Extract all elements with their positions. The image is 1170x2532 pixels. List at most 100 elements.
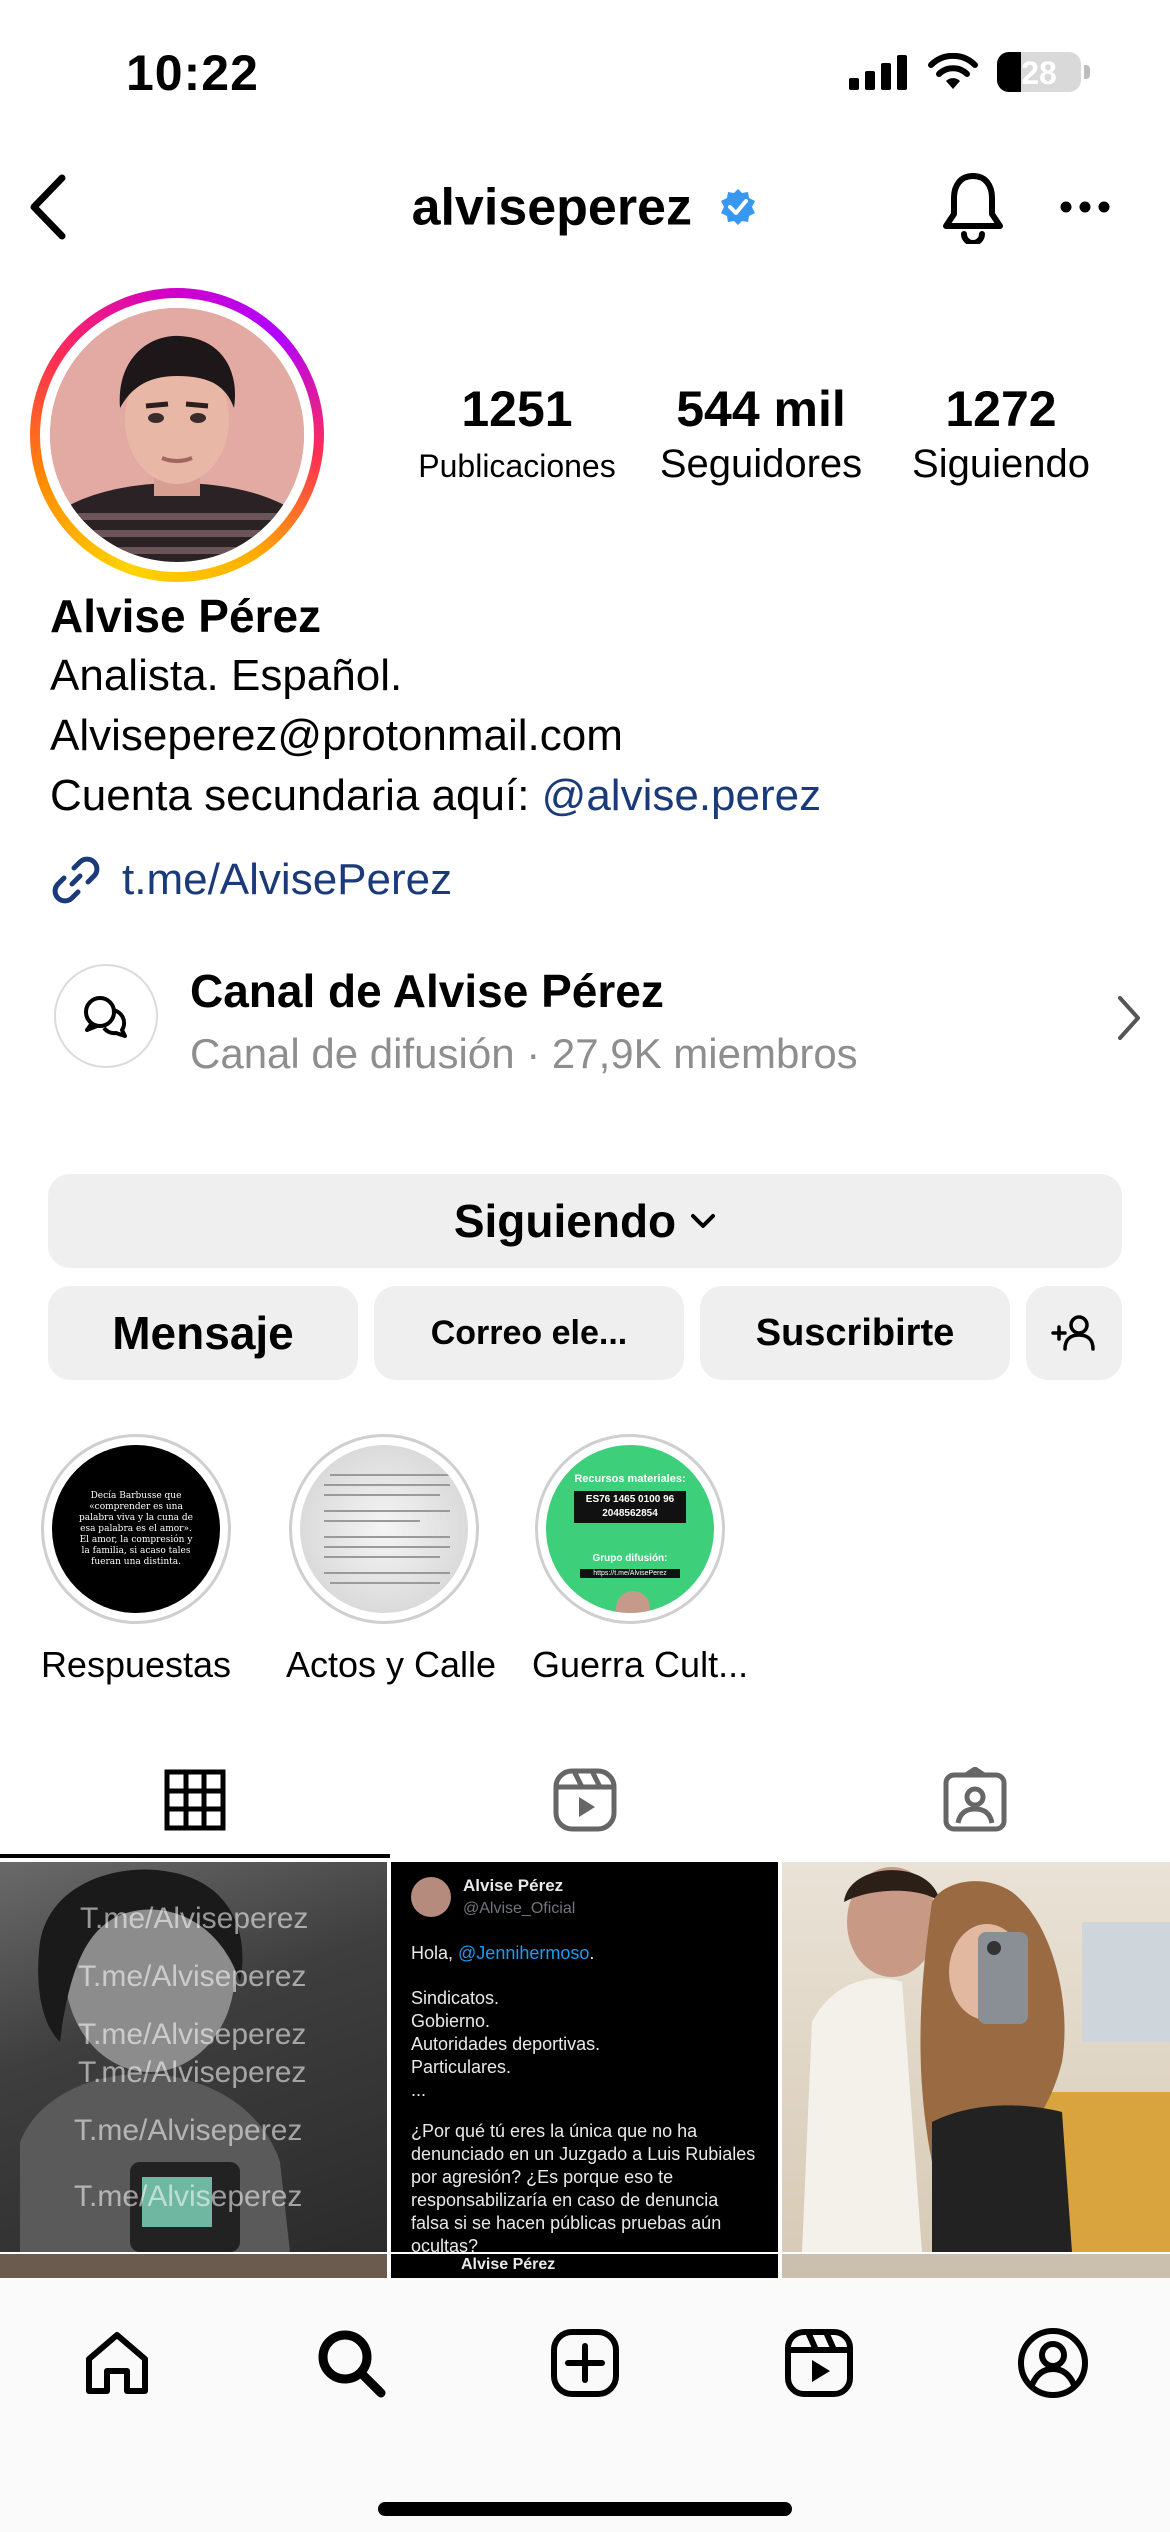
status-indicators: 28 — [849, 52, 1090, 92]
following-count: 1272 — [945, 381, 1057, 437]
nav-home[interactable] — [72, 2318, 162, 2408]
profile-bio: Alvise Pérez Analista. Español. Alvisepe… — [50, 586, 821, 826]
watermark-text: T.me/Alviseperez — [74, 2114, 303, 2147]
watermark-text: T.me/Alviseperez — [74, 2180, 303, 2213]
email-button-label: Correo ele... — [430, 1313, 628, 1352]
highlight-cover-sub: Grupo difusión: — [592, 1553, 668, 1564]
add-person-icon — [1051, 1315, 1095, 1351]
search-icon — [318, 2330, 386, 2398]
tweet-line: Gobierno. — [411, 2011, 491, 2031]
followers-count: 544 mil — [676, 381, 846, 437]
message-button-label: Mensaje — [112, 1307, 294, 1359]
tweet-mention: @Jennihermoso — [458, 1943, 590, 1963]
bio-line-2: Alviseperez@protonmail.com — [50, 711, 623, 760]
nav-reels[interactable] — [774, 2318, 864, 2408]
display-name: Alvise Pérez — [50, 590, 322, 642]
subscribe-button[interactable]: Suscribirte — [700, 1286, 1010, 1380]
stat-followers[interactable]: 544 mil Seguidores — [650, 380, 872, 487]
watermark-text: T.me/Alviseperez — [80, 1902, 309, 1935]
bio-line-3: Cuenta secundaria aquí: @alvise.perez — [50, 766, 821, 826]
active-tab-indicator — [0, 1854, 390, 1858]
profile-icon — [1018, 2328, 1088, 2398]
watermark-text: T.me/Alviseperez — [78, 2018, 307, 2051]
post-thumbnail[interactable]: Alvise Pérez @Alvise_Oficial Hola, @Jenn… — [391, 1862, 778, 2252]
highlight-label: Guerra Cult... — [532, 1644, 749, 1685]
reels-icon — [785, 2329, 853, 2397]
watermark-text: T.me/Alviseperez — [78, 2056, 307, 2089]
highlight-cover: Decía Barbusse que «comprender es una pa… — [52, 1445, 220, 1613]
notifications-button[interactable] — [940, 170, 1006, 249]
message-button[interactable]: Mensaje — [48, 1286, 358, 1380]
post-thumbnail[interactable] — [782, 1862, 1170, 2252]
chevron-right-icon — [1118, 996, 1140, 1040]
tweet-line: ... — [411, 2080, 427, 2100]
highlight-guerra-cultural[interactable]: Recursos materiales: ES76 1465 0100 96 2… — [532, 1434, 749, 1686]
tweet-author: Alvise Pérez — [463, 1876, 564, 1895]
battery-level: 28 — [1021, 55, 1057, 91]
posts-count: 1251 — [461, 381, 573, 437]
verified-badge-icon — [721, 189, 756, 226]
tweet-greeting: Hola, — [411, 1943, 459, 1963]
profile-avatar[interactable] — [30, 288, 324, 582]
highlight-respuestas[interactable]: Decía Barbusse que «comprender es una pa… — [38, 1434, 234, 1686]
profile-tabs — [0, 1740, 1170, 1860]
grid-icon — [164, 1769, 226, 1831]
avatar-portrait — [50, 308, 304, 562]
watermark-text: T.me/Alviseperez — [78, 1960, 307, 1993]
secondary-account-link[interactable]: @alvise.perez — [542, 771, 821, 820]
chevron-down-icon — [691, 1214, 716, 1228]
tab-tagged[interactable] — [780, 1740, 1170, 1860]
tab-reels[interactable] — [390, 1740, 780, 1860]
tweet-line: Autoridades deportivas. — [411, 2034, 601, 2054]
status-time: 10:22 — [126, 45, 259, 101]
channel-title: Canal de Alvise Pérez — [190, 965, 664, 1017]
broadcast-channel-row[interactable]: Canal de Alvise Pérez Canal de difusión … — [54, 964, 1144, 1077]
username: alviseperez — [411, 178, 692, 237]
posts-grid: T.me/Alviseperez T.me/Alviseperez T.me/A… — [0, 1862, 1170, 2282]
home-indicator — [378, 2502, 792, 2516]
following-button[interactable]: Siguiendo — [48, 1174, 1122, 1268]
channel-subtitle: Canal de difusión · 27,9K miembros — [190, 1030, 858, 1077]
subscribe-button-label: Suscribirte — [755, 1311, 955, 1354]
tweet-line: Particulares. — [411, 2057, 512, 2077]
highlight-label: Respuestas — [40, 1644, 232, 1685]
ellipsis-icon — [1060, 201, 1110, 213]
highlight-cover-url: https://t.me/AlvisePerez — [580, 1569, 680, 1578]
bio-line-3-text: Cuenta secundaria aquí: — [50, 771, 542, 820]
tweet-greeting-end: . — [589, 1943, 595, 1963]
highlight-cover-title: Recursos materiales: — [574, 1473, 686, 1485]
link-icon — [52, 856, 100, 904]
tab-posts-grid[interactable] — [0, 1740, 390, 1860]
wifi-icon — [928, 53, 978, 89]
tweet-handle: @Alvise_Oficial — [463, 1900, 576, 1917]
highlight-cover: Recursos materiales: ES76 1465 0100 96 2… — [546, 1445, 714, 1613]
more-options-button[interactable] — [1060, 200, 1110, 219]
tweet-question: ¿Por qué tú eres la única que no ha denu… — [411, 2121, 756, 2252]
reels-icon — [553, 1768, 617, 1832]
tweet-author: Alvise Pérez — [461, 2256, 556, 2273]
highlight-label: Actos y Calle — [286, 1644, 497, 1685]
bio-link[interactable]: t.me/AlvisePerez — [50, 854, 452, 906]
nav-search[interactable] — [306, 2318, 396, 2408]
battery-icon: 28 — [997, 52, 1090, 92]
nav-profile[interactable] — [1008, 2318, 1098, 2408]
home-icon — [86, 2332, 148, 2394]
channel-chat-icon — [54, 964, 158, 1068]
highlight-cover-iban: ES76 1465 0100 96 2048562854 — [574, 1491, 686, 1523]
highlight-cover — [300, 1445, 468, 1613]
plus-square-icon — [551, 2329, 619, 2397]
stat-following[interactable]: 1272 Siguiendo — [890, 380, 1112, 487]
bottom-navigation — [0, 2278, 1170, 2532]
highlight-actos-y-calle[interactable]: Actos y Calle — [286, 1434, 497, 1686]
bio-line-1: Analista. Español. — [50, 651, 403, 700]
followers-label: Seguidores — [659, 442, 863, 486]
post-thumbnail[interactable]: T.me/Alviseperez T.me/Alviseperez T.me/A… — [0, 1862, 387, 2252]
bio-link-text: t.me/AlvisePerez — [122, 855, 453, 904]
signal-icon — [849, 55, 907, 90]
posts-label: Publicaciones — [418, 448, 616, 484]
nav-create[interactable] — [540, 2318, 630, 2408]
email-button[interactable]: Correo ele... — [374, 1286, 684, 1380]
tagged-user-icon — [943, 1767, 1007, 1832]
stat-posts[interactable]: 1251 Publicaciones — [410, 380, 624, 485]
suggested-accounts-button[interactable] — [1026, 1286, 1122, 1380]
